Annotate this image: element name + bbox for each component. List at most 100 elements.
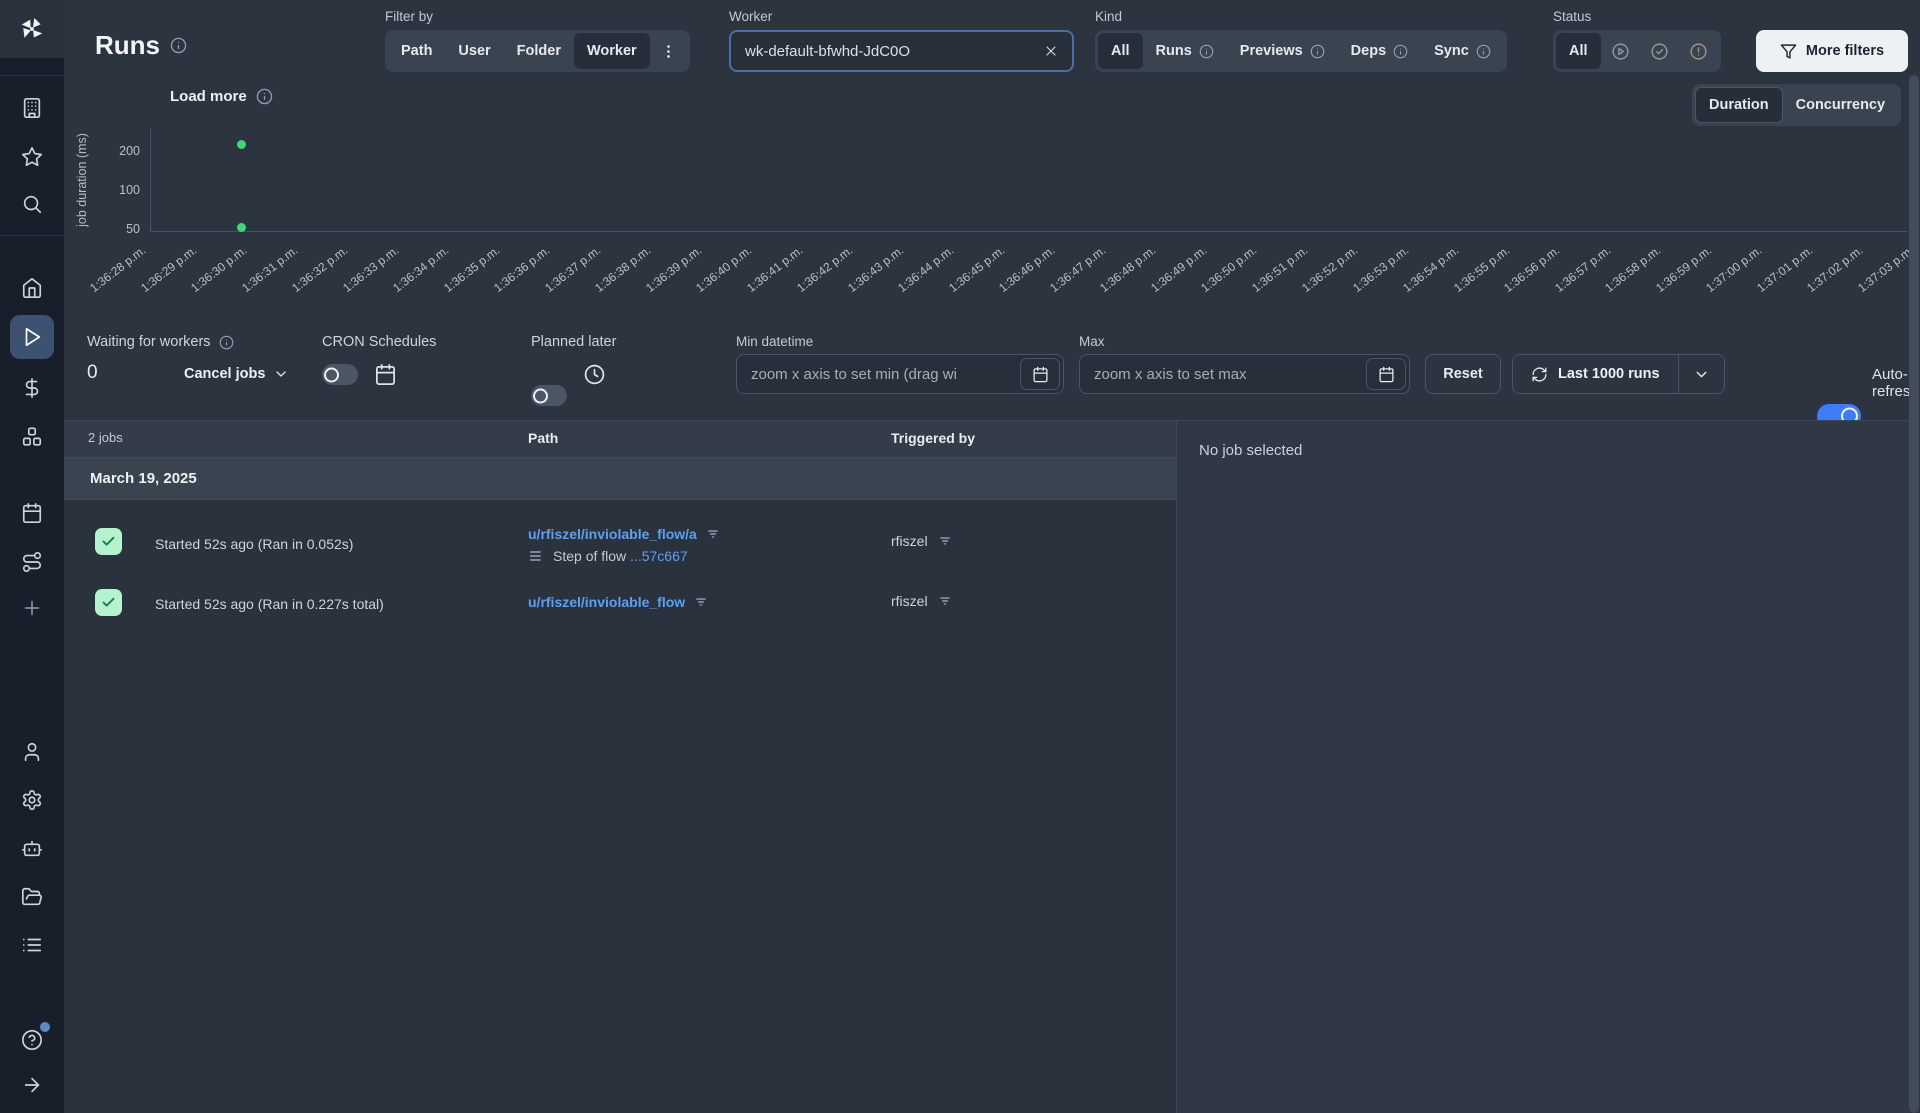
status-option-running[interactable]	[1601, 33, 1640, 69]
jobs-count: 2 jobs	[88, 430, 123, 445]
cron-schedules-toggle[interactable]	[322, 364, 358, 385]
sidebar-item-settings[interactable]	[10, 778, 54, 822]
last-runs-label: Last 1000 runs	[1558, 366, 1660, 382]
sidebar-item-resources[interactable]	[10, 415, 54, 459]
bottom-section: 2 jobs Path Triggered by March 19, 2025 …	[64, 420, 1909, 1113]
last-runs-split-button: Last 1000 runs	[1512, 354, 1725, 394]
clear-worker-icon[interactable]	[1043, 43, 1059, 59]
windmill-logo[interactable]	[0, 0, 64, 58]
date-group-label: March 19, 2025	[90, 470, 197, 487]
calendar-icon[interactable]	[374, 363, 397, 386]
success-status-badge	[95, 528, 122, 555]
triggered-by-user: rfiszel	[891, 533, 928, 549]
sidebar-item-triggers[interactable]	[10, 540, 54, 584]
alert-circle-icon	[1689, 42, 1707, 60]
gear-icon	[22, 790, 42, 810]
search-icon	[23, 195, 42, 214]
kind-segmented: All Runs Previews Deps Sync	[1095, 30, 1507, 72]
status-option-all[interactable]: All	[1556, 33, 1601, 69]
kind-option-runs[interactable]: Runs	[1143, 33, 1227, 69]
last-runs-dropdown-button[interactable]	[1677, 355, 1724, 393]
reset-button[interactable]: Reset	[1425, 354, 1501, 394]
vertical-scrollbar[interactable]	[1909, 75, 1919, 1113]
min-datetime-input[interactable]	[736, 354, 1064, 394]
info-icon	[256, 88, 272, 105]
sidebar-item-expand[interactable]	[10, 1063, 54, 1107]
worker-input[interactable]	[729, 30, 1074, 72]
worker-field-wrap	[729, 30, 1074, 72]
add-filter-icon[interactable]	[938, 534, 952, 548]
flow-step-prefix: Step of flow	[553, 548, 631, 564]
job-duration-point[interactable]	[236, 140, 246, 150]
jobs-table: 2 jobs Path Triggered by March 19, 2025 …	[64, 421, 1177, 1113]
sidebar-item-help[interactable]	[10, 1018, 54, 1062]
success-status-badge	[95, 589, 122, 616]
flow-step-link[interactable]: ...57c667	[630, 548, 688, 564]
more-filters-label: More filters	[1805, 43, 1885, 59]
add-filter-icon[interactable]	[706, 527, 720, 541]
sidebar-item-workers[interactable]	[10, 826, 54, 870]
job-path-link[interactable]: u/rfiszel/inviolable_flow	[528, 594, 685, 610]
triggered-by-cell: rfiszel	[891, 593, 952, 609]
x-axis-tick-label: 1:37:03 p.m.	[1854, 243, 1917, 296]
filter-option-worker[interactable]: Worker	[573, 33, 650, 69]
clock-icon[interactable]	[583, 363, 606, 386]
kind-label: Kind	[1095, 9, 1123, 24]
sidebar-item-favorites[interactable]	[10, 135, 54, 179]
filter-option-path[interactable]: Path	[388, 33, 445, 69]
table-row[interactable]: Started 52s ago (Ran in 0.052s) u/rfisze…	[64, 500, 1176, 576]
job-duration-point[interactable]	[236, 223, 246, 233]
check-icon	[102, 536, 115, 546]
calendar-icon	[1032, 366, 1048, 382]
load-more[interactable]: Load more	[170, 88, 273, 105]
job-detail-panel: No job selected	[1177, 421, 1909, 1113]
sidebar-item-home[interactable]	[10, 266, 54, 310]
y-axis-tick-label: 50	[126, 222, 140, 236]
sidebar-item-folders[interactable]	[10, 875, 54, 919]
page-title-text: Runs	[95, 30, 160, 60]
status-option-success[interactable]	[1640, 33, 1679, 69]
chart-view-concurrency[interactable]: Concurrency	[1783, 87, 1898, 123]
column-header-path: Path	[528, 430, 559, 446]
max-datetime-input[interactable]	[1079, 354, 1410, 394]
planned-later-toggle[interactable]	[531, 385, 567, 406]
sidebar-item-users[interactable]	[10, 730, 54, 774]
add-filter-icon[interactable]	[694, 595, 708, 609]
max-datetime-picker-button[interactable]	[1366, 358, 1406, 390]
sidebar-item-schedules[interactable]	[10, 491, 54, 535]
page-title: Runs	[95, 30, 187, 61]
triggered-by-cell: rfiszel	[891, 533, 952, 549]
sidebar-item-variables[interactable]	[10, 366, 54, 410]
sidebar-item-audit-logs[interactable]	[10, 923, 54, 967]
cancel-jobs-dropdown[interactable]: Cancel jobs	[184, 366, 289, 382]
status-option-failure[interactable]	[1679, 33, 1718, 69]
table-row[interactable]: Started 52s ago (Ran in 0.227s total) u/…	[64, 576, 1176, 634]
chart-view-duration[interactable]: Duration	[1695, 87, 1783, 123]
date-group-row: March 19, 2025	[64, 458, 1176, 500]
sidebar-divider	[0, 235, 64, 236]
add-filter-icon[interactable]	[938, 594, 952, 608]
kind-option-sync[interactable]: Sync	[1421, 33, 1504, 69]
kind-option-deps[interactable]: Deps	[1338, 33, 1421, 69]
filter-more-options-button[interactable]	[650, 33, 687, 69]
job-path-link[interactable]: u/rfiszel/inviolable_flow/a	[528, 526, 697, 542]
sidebar-item-search[interactable]	[10, 182, 54, 226]
filter-option-user[interactable]: User	[445, 33, 503, 69]
column-header-triggered-by: Triggered by	[891, 430, 976, 446]
filter-option-folder[interactable]: Folder	[504, 33, 574, 69]
hamburger-icon	[529, 551, 541, 561]
min-datetime-picker-button[interactable]	[1020, 358, 1060, 390]
filter-by-label: Filter by	[385, 9, 434, 24]
sidebar-item-workspace[interactable]	[10, 86, 54, 130]
max-datetime-label: Max	[1079, 334, 1105, 349]
kind-option-previews[interactable]: Previews	[1227, 33, 1338, 69]
check-circle-icon	[1650, 42, 1668, 60]
last-runs-button[interactable]: Last 1000 runs	[1513, 355, 1678, 393]
more-filters-button[interactable]: More filters	[1756, 30, 1908, 72]
job-path: u/rfiszel/inviolable_flow/a	[528, 526, 720, 542]
info-icon[interactable]	[170, 37, 187, 54]
sidebar-item-create[interactable]	[10, 586, 54, 630]
info-icon	[1310, 44, 1324, 58]
sidebar-item-runs[interactable]	[10, 315, 54, 359]
kind-option-all[interactable]: All	[1098, 33, 1143, 69]
